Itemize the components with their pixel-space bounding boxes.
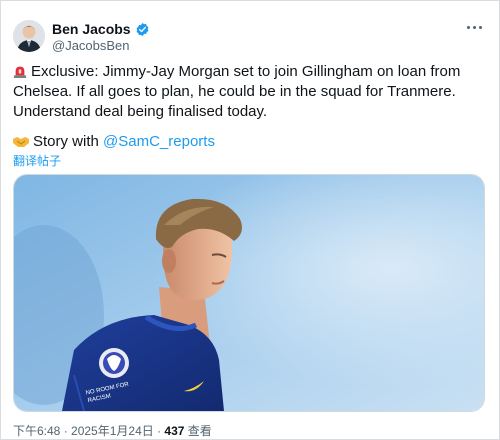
avatar[interactable] [13,20,45,52]
author-handle[interactable]: @JacobsBen [52,38,130,53]
mention-link[interactable]: @SamC_reports [103,133,215,150]
handshake-icon [13,137,29,147]
author-name[interactable]: Ben Jacobs [52,21,131,37]
story-credit: Story with @SamC_reports [13,132,215,152]
meta-separator: · [60,424,72,438]
tweet-meta: 下午6:48 · 2025年1月24日 · 437 查看 [13,422,212,439]
siren-icon [13,66,27,78]
views-count: 437 [164,424,185,438]
more-options-icon[interactable] [467,26,482,29]
views-label: 查看 [184,424,212,438]
tweet-time[interactable]: 下午6:48 [13,424,60,438]
tweet-text: Exclusive: Jimmy-Jay Morgan set to join … [13,63,461,120]
author-name-row[interactable]: Ben Jacobs [52,21,150,37]
story-prefix: Story with [33,133,104,150]
tweet-date[interactable]: 2025年1月24日 [71,424,154,438]
translate-post-link[interactable]: 翻译帖子 [13,152,61,169]
tweet-text-block: Exclusive: Jimmy-Jay Morgan set to join … [13,62,483,122]
verified-badge-icon [136,22,149,36]
football-player-photo: NO ROOM FOR RACISM [14,175,484,411]
tweet-photo[interactable]: NO ROOM FOR RACISM [13,174,485,412]
profile-photo-icon [13,20,45,52]
meta-separator-2: · [153,424,165,438]
